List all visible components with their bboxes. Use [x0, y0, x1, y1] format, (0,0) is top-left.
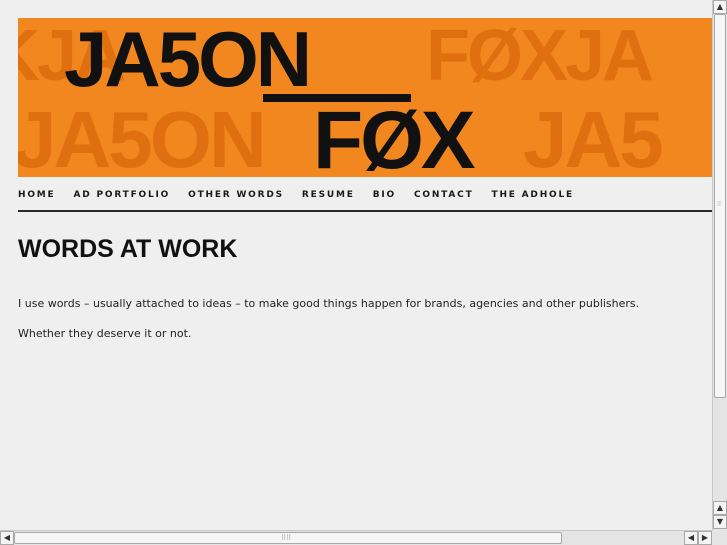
scroll-right-icon[interactable]: ▶	[698, 531, 712, 545]
banner-pattern-row2: JA5ON	[18, 95, 267, 178]
vertical-grip-icon: ⁞⁞	[717, 200, 721, 208]
nav-home[interactable]: HOME	[18, 190, 56, 200]
horizontal-scrollbar[interactable]: ◀ ⠿⠿ ◀ ▶	[0, 530, 712, 545]
scroll-up-icon[interactable]: ▲	[713, 0, 727, 14]
scroll-down-icon[interactable]: ▼	[713, 515, 727, 529]
tagline-paragraph: Whether they deserve it or not.	[18, 327, 192, 340]
intro-paragraph: I use words – usually attached to ideas …	[18, 297, 640, 310]
banner-pattern-row2-right: JA5	[523, 95, 664, 178]
logo-first-name: JA5ON	[64, 18, 312, 103]
nav-other-words[interactable]: OTHER WORDS	[188, 190, 284, 200]
main-nav: HOME AD PORTFOLIO OTHER WORDS RESUME BIO…	[18, 190, 592, 200]
banner-pattern-row1-right: FØXJA	[426, 18, 654, 96]
header-banner[interactable]: KJA FØXJA JA5ON JA5 JA5ON FØX	[18, 18, 712, 177]
page-viewport: KJA FØXJA JA5ON JA5 JA5ON FØX HOME AD PO…	[0, 0, 712, 530]
nav-ad-portfolio[interactable]: AD PORTFOLIO	[74, 190, 171, 200]
vertical-scrollbar[interactable]: ▲ ⁞⁞ ▲ ▼	[712, 0, 727, 530]
nav-contact[interactable]: CONTACT	[414, 190, 474, 200]
vertical-scroll-thumb[interactable]: ⁞⁞	[714, 14, 726, 398]
horizontal-scroll-thumb[interactable]: ⠿⠿	[14, 532, 562, 544]
logo-last-name: FØX	[313, 95, 476, 178]
nav-the-adhole[interactable]: THE ADHOLE	[492, 190, 574, 200]
nav-divider	[18, 210, 712, 212]
scroll-left-icon-right[interactable]: ◀	[684, 531, 698, 545]
page-title: WORDS AT WORK	[18, 235, 238, 263]
nav-bio[interactable]: BIO	[373, 190, 396, 200]
scroll-up-icon-lower[interactable]: ▲	[713, 501, 727, 515]
scroll-left-icon[interactable]: ◀	[0, 531, 14, 545]
nav-resume[interactable]: RESUME	[302, 190, 355, 200]
scrollbar-corner	[712, 530, 727, 545]
horizontal-grip-icon: ⠿⠿	[281, 534, 292, 542]
